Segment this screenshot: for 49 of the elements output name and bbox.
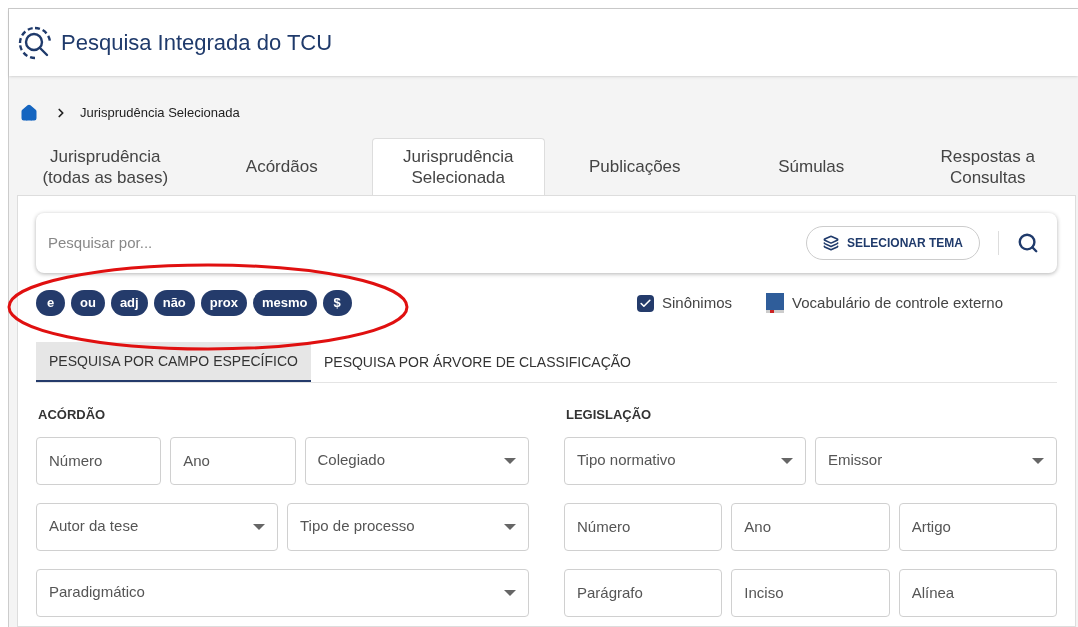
- search-input[interactable]: Pesquisar por...: [48, 231, 806, 255]
- select-field[interactable]: Tipo de processo: [287, 502, 529, 551]
- tab[interactable]: Jurisprudência Selecionada: [372, 138, 545, 195]
- operator-chip[interactable]: ou: [71, 290, 105, 316]
- checkbox-label: Sinônimos: [661, 292, 732, 313]
- tab[interactable]: Acórdãos: [195, 138, 368, 195]
- caret-icon: [504, 457, 516, 464]
- tab[interactable]: Jurisprudência (todas as bases): [19, 138, 192, 195]
- tab[interactable]: Respostas a Consultas: [901, 138, 1074, 195]
- operator-chip[interactable]: $: [322, 290, 352, 316]
- tab[interactable]: Súmulas: [725, 138, 898, 195]
- input-field[interactable]: Alínea: [898, 568, 1057, 617]
- input-field[interactable]: Ano: [170, 436, 296, 485]
- vocabulary-link[interactable]: Vocabulário de controle externo: [792, 291, 1003, 315]
- checkbox[interactable]: [636, 294, 654, 312]
- select-field[interactable]: Paradigmático: [36, 568, 529, 617]
- caret-icon: [253, 523, 265, 530]
- select-field[interactable]: Autor da tese: [36, 502, 278, 551]
- subtab[interactable]: PESQUISA POR ÁRVORE DE CLASSIFICAÇÃO: [310, 342, 644, 382]
- layers-icon: [823, 235, 839, 251]
- select-field[interactable]: Tipo normativo: [564, 436, 806, 485]
- operator-chip[interactable]: e: [36, 290, 65, 316]
- search-icon[interactable]: [1017, 232, 1039, 254]
- input-field[interactable]: Artigo: [898, 502, 1057, 551]
- caret-icon: [504, 523, 516, 530]
- operator-chip[interactable]: adj: [110, 290, 148, 316]
- home-icon[interactable]: [20, 104, 38, 122]
- operator-chip[interactable]: prox: [200, 290, 247, 316]
- search-logo-icon: [17, 24, 53, 61]
- subtab[interactable]: PESQUISA POR CAMPO ESPECÍFICO: [36, 342, 311, 382]
- input-field[interactable]: Número: [564, 502, 723, 551]
- tab[interactable]: Publicações: [548, 138, 721, 195]
- input-field[interactable]: Ano: [731, 502, 890, 551]
- caret-icon: [504, 589, 516, 596]
- check-icon: [638, 296, 652, 310]
- input-field[interactable]: Inciso: [731, 568, 890, 617]
- book-icon: [766, 293, 784, 313]
- section-title: LEGISLAÇÃO: [566, 406, 653, 424]
- operator-chip[interactable]: não: [153, 290, 195, 316]
- breadcrumb-current: Jurisprudência Selecionada: [80, 104, 240, 123]
- select-field[interactable]: Colegiado: [304, 436, 529, 485]
- operator-chip[interactable]: mesmo: [253, 290, 317, 316]
- caret-icon: [1032, 457, 1044, 464]
- select-field[interactable]: Emissor: [815, 436, 1057, 485]
- section-title: ACÓRDÃO: [38, 406, 107, 424]
- input-field[interactable]: Parágrafo: [564, 568, 723, 617]
- input-field[interactable]: Número: [36, 436, 162, 485]
- caret-icon: [781, 457, 793, 464]
- app-title: Pesquisa Integrada do TCU: [61, 29, 333, 57]
